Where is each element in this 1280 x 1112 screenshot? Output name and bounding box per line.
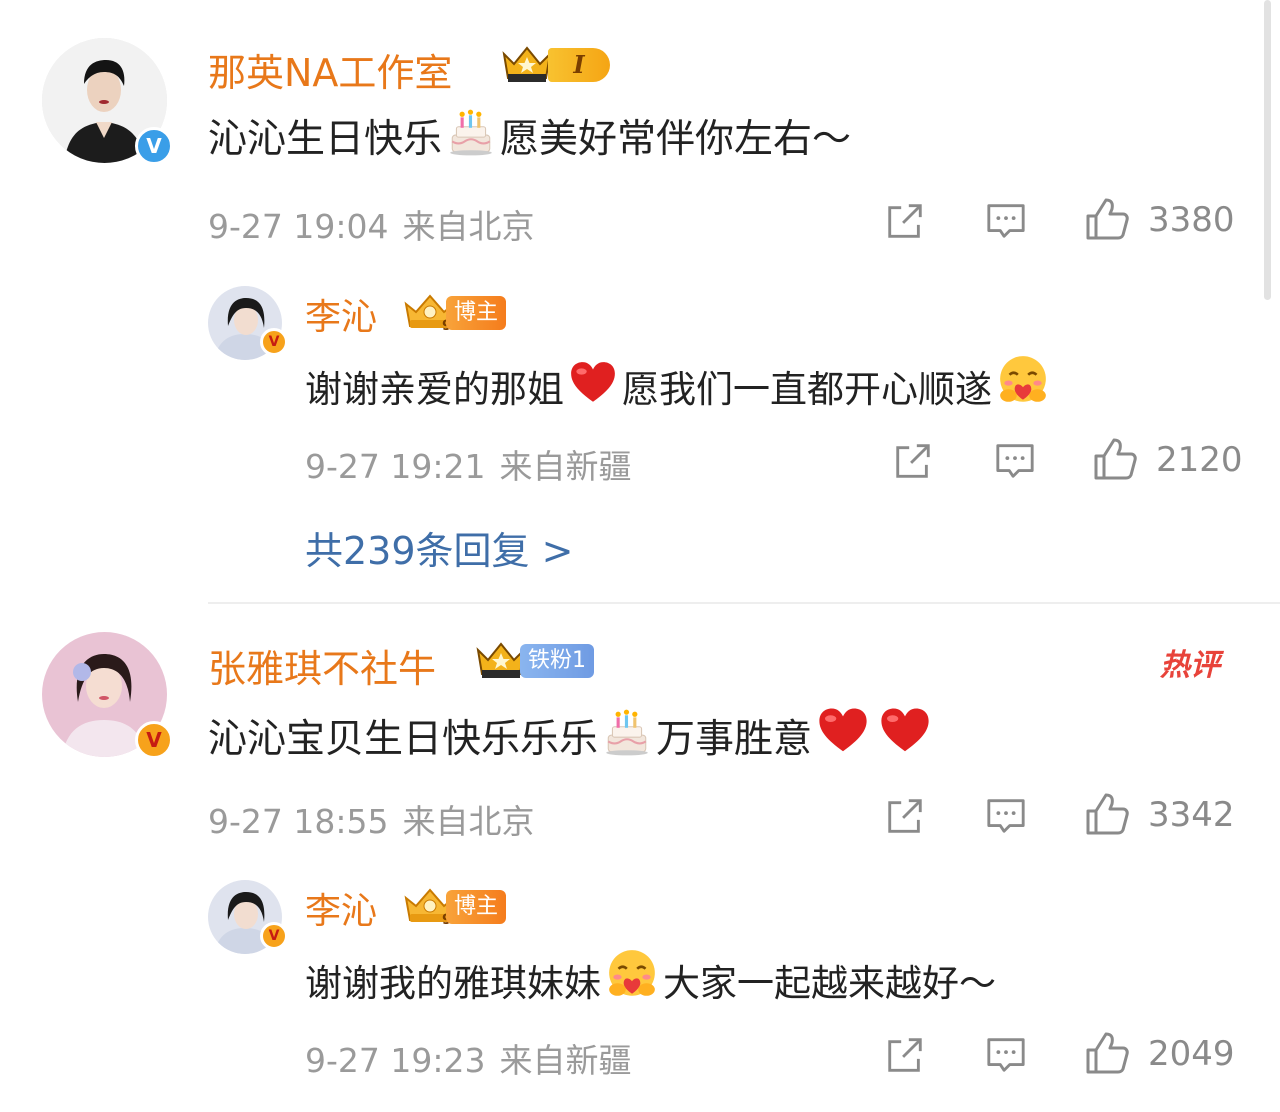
like-count[interactable]: 3380	[1148, 200, 1235, 240]
red-heart-icon	[878, 704, 932, 758]
blogger-badge: 博主	[446, 296, 507, 330]
share-icon[interactable]	[892, 440, 934, 482]
like-count[interactable]: 2049	[1148, 1034, 1235, 1074]
avatar[interactable]: V	[42, 632, 173, 759]
like-icon[interactable]	[1084, 791, 1130, 837]
comment-text-part: 万事胜意	[656, 717, 813, 762]
reply-text-part: 大家一起越来越好～	[663, 962, 996, 1005]
reply-meta: 9-27 19:21 来自新疆	[305, 440, 632, 488]
comment-text: 沁沁生日快乐 愿美好常伴你左右～	[208, 108, 851, 164]
comment-icon[interactable]	[994, 440, 1036, 482]
like-icon[interactable]	[1084, 1030, 1130, 1076]
like-count[interactable]: 3342	[1148, 795, 1235, 835]
reply-text-part: 愿我们一直都开心顺遂	[622, 368, 992, 411]
share-icon[interactable]	[884, 795, 926, 837]
avatar[interactable]: V	[42, 38, 173, 165]
like-icon[interactable]	[1092, 436, 1138, 482]
reply-location: 来自新疆	[499, 1041, 632, 1080]
comment-text-part: 沁沁宝贝生日快乐乐乐	[208, 717, 599, 762]
comment-icon[interactable]	[985, 1034, 1027, 1076]
reply-text: 谢谢我的雅琪妹妹 大家一起越来越好～	[305, 948, 996, 1007]
comment-text-part: 愿美好常伴你左右～	[500, 117, 852, 162]
hugging-heart-icon	[996, 354, 1050, 408]
comment-text-part: 沁沁生日快乐	[208, 117, 443, 162]
comment-icon[interactable]	[985, 795, 1027, 837]
verified-badge-icon: V	[260, 922, 288, 950]
comment-date: 9-27 19:04	[208, 207, 389, 246]
reply-avatar[interactable]: V	[208, 880, 288, 954]
verified-badge-icon: V	[135, 721, 173, 759]
like-count[interactable]: 2120	[1156, 440, 1243, 480]
reply-date: 9-27 19:23	[305, 1041, 486, 1080]
verified-badge-icon: V	[260, 328, 288, 356]
hugging-heart-icon	[605, 948, 659, 1002]
reply-text-part: 谢谢我的雅琪妹妹	[305, 962, 601, 1005]
birthday-cake-icon	[446, 108, 496, 158]
comment-meta: 9-27 19:04 来自北京	[208, 200, 535, 248]
blogger-badge: 博主	[446, 890, 507, 924]
reply-meta: 9-27 19:23 来自新疆	[305, 1034, 632, 1082]
reply-text: 谢谢亲爱的那姐 愿我们一直都开心顺遂	[305, 354, 1054, 413]
reply-author-name[interactable]: 李沁	[305, 882, 377, 934]
birthday-cake-icon	[602, 708, 652, 758]
share-icon[interactable]	[884, 200, 926, 242]
share-icon[interactable]	[884, 1034, 926, 1076]
verified-badge-icon: V	[135, 127, 173, 165]
reply-avatar[interactable]: V	[208, 286, 288, 360]
view-more-replies-link[interactable]: 共239条回复 >	[305, 520, 573, 575]
scrollbar[interactable]	[1264, 0, 1271, 300]
comment-location: 来自北京	[402, 802, 535, 841]
divider	[208, 602, 1280, 604]
fan-level-badge: 铁粉1	[520, 644, 594, 678]
reply-text-part: 谢谢亲爱的那姐	[305, 368, 564, 411]
comment-text: 沁沁宝贝生日快乐乐乐 万事胜意	[208, 704, 936, 764]
comment-author-name[interactable]: 那英NA工作室	[208, 42, 452, 97]
reply-location: 来自新疆	[499, 447, 632, 486]
red-heart-icon	[816, 704, 870, 758]
comment-date: 9-27 18:55	[208, 802, 389, 841]
comment-author-name[interactable]: 张雅琪不社牛	[208, 638, 436, 693]
reply-date: 9-27 19:21	[305, 447, 486, 486]
comment-meta: 9-27 18:55 来自北京	[208, 795, 535, 843]
hot-comment-tag: 热评	[1160, 648, 1220, 683]
crown-icon	[500, 44, 554, 84]
comment-location: 来自北京	[402, 207, 535, 246]
like-icon[interactable]	[1084, 196, 1130, 242]
reply-author-name[interactable]: 李沁	[305, 288, 377, 340]
red-heart-icon	[568, 358, 618, 408]
comment-icon[interactable]	[985, 200, 1027, 242]
member-level-badge: I	[548, 48, 610, 82]
